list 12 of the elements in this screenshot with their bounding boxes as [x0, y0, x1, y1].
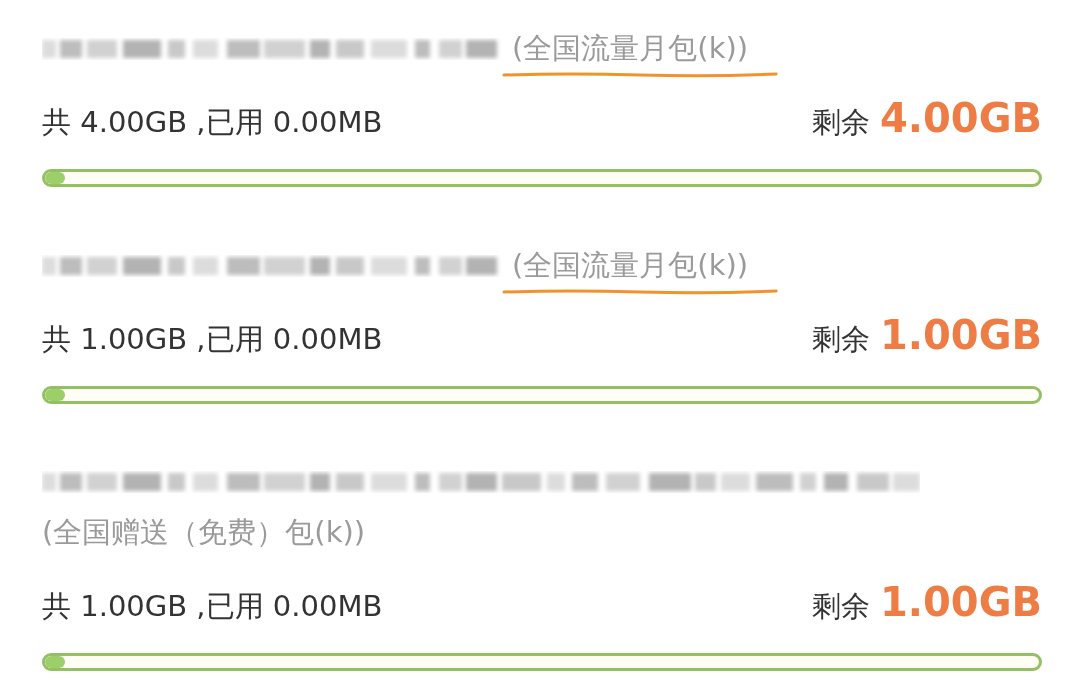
remaining-amount: 1.00GB	[880, 312, 1042, 358]
package-name: (全国流量月包(k))	[512, 248, 749, 282]
usage-text: 共 1.00GB ,已用 0.00MB	[42, 321, 383, 358]
package-name: (全国流量月包(k))	[512, 31, 749, 65]
remaining-amount: 4.00GB	[880, 95, 1042, 141]
remaining-label: 剩余	[812, 588, 870, 625]
package-name: (全国赠送（免费）包(k))	[42, 515, 366, 549]
remaining-label: 剩余	[812, 104, 870, 141]
usage-text: 共 1.00GB ,已用 0.00MB	[42, 588, 383, 625]
usage-text: 共 4.00GB ,已用 0.00MB	[42, 104, 383, 141]
remaining-label: 剩余	[812, 321, 870, 358]
remaining-amount: 1.00GB	[880, 579, 1042, 625]
